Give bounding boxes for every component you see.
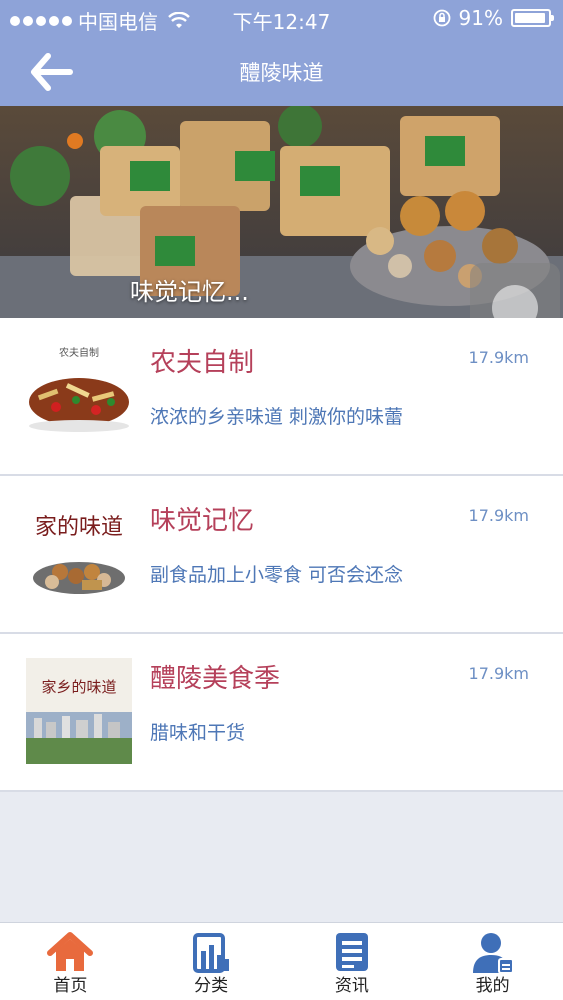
thumb-text: 家的味道 [35, 515, 123, 540]
item-thumbnail: 家的味道 [26, 500, 132, 606]
nav-bar: 醴陵味道 [0, 38, 563, 106]
list-item[interactable]: 农夫自制 农夫自制 17.9km 浓浓的乡亲味道 刺激你的味蕾 [0, 318, 563, 476]
page-title: 醴陵味道 [239, 61, 324, 85]
item-distance: 17.9km [468, 664, 529, 683]
shop-list: 农夫自制 农夫自制 17.9km 浓浓的乡亲味道 刺激你的味蕾 家的味道 味觉记… [0, 318, 563, 792]
rotation-lock-icon [433, 9, 450, 27]
banner-caption: 味觉记忆... [130, 278, 249, 306]
tab-label: 资讯 [334, 976, 369, 996]
item-thumbnail: 家乡的味道 [26, 658, 132, 764]
item-distance: 17.9km [468, 348, 529, 367]
tab-category[interactable]: 分类 [141, 923, 282, 1000]
tab-news[interactable]: 资讯 [282, 923, 423, 1000]
item-thumbnail: 农夫自制 [26, 342, 132, 448]
list-item[interactable]: 家乡的味道 醴陵美食季 17.9km 腊味和干货 [0, 634, 563, 792]
status-bar: 中国电信 下午12:47 91% [0, 0, 563, 38]
category-icon [193, 933, 230, 973]
tab-label: 分类 [194, 976, 229, 996]
tab-bar: 首页 分类 资讯 我的 [0, 922, 563, 1000]
item-distance: 17.9km [468, 506, 529, 525]
thumb-text: 农夫自制 [59, 346, 99, 359]
tab-home[interactable]: 首页 [0, 923, 141, 1000]
item-description: 浓浓的乡亲味道 刺激你的味蕾 [150, 406, 404, 428]
tab-label: 我的 [475, 976, 510, 996]
item-title: 味觉记忆 [150, 506, 255, 536]
tab-label: 首页 [53, 976, 88, 996]
thumb-text: 家乡的味道 [41, 678, 116, 696]
user-icon [472, 933, 514, 974]
battery-icon [511, 9, 554, 27]
news-icon [335, 933, 368, 971]
item-description: 副食品加上小零食 可否会还念 [150, 564, 404, 586]
tab-mine[interactable]: 我的 [422, 923, 563, 1000]
list-item[interactable]: 家的味道 味觉记忆 17.9km 副食品加上小零食 可否会还念 [0, 476, 563, 634]
item-description: 腊味和干货 [150, 722, 246, 744]
status-right: 91% [433, 6, 554, 30]
header: 中国电信 下午12:47 91% 醴陵味道 [0, 0, 563, 106]
home-icon [47, 932, 94, 971]
item-title: 农夫自制 [150, 348, 255, 378]
item-title: 醴陵美食季 [150, 664, 281, 694]
battery-percent: 91% [458, 6, 503, 30]
